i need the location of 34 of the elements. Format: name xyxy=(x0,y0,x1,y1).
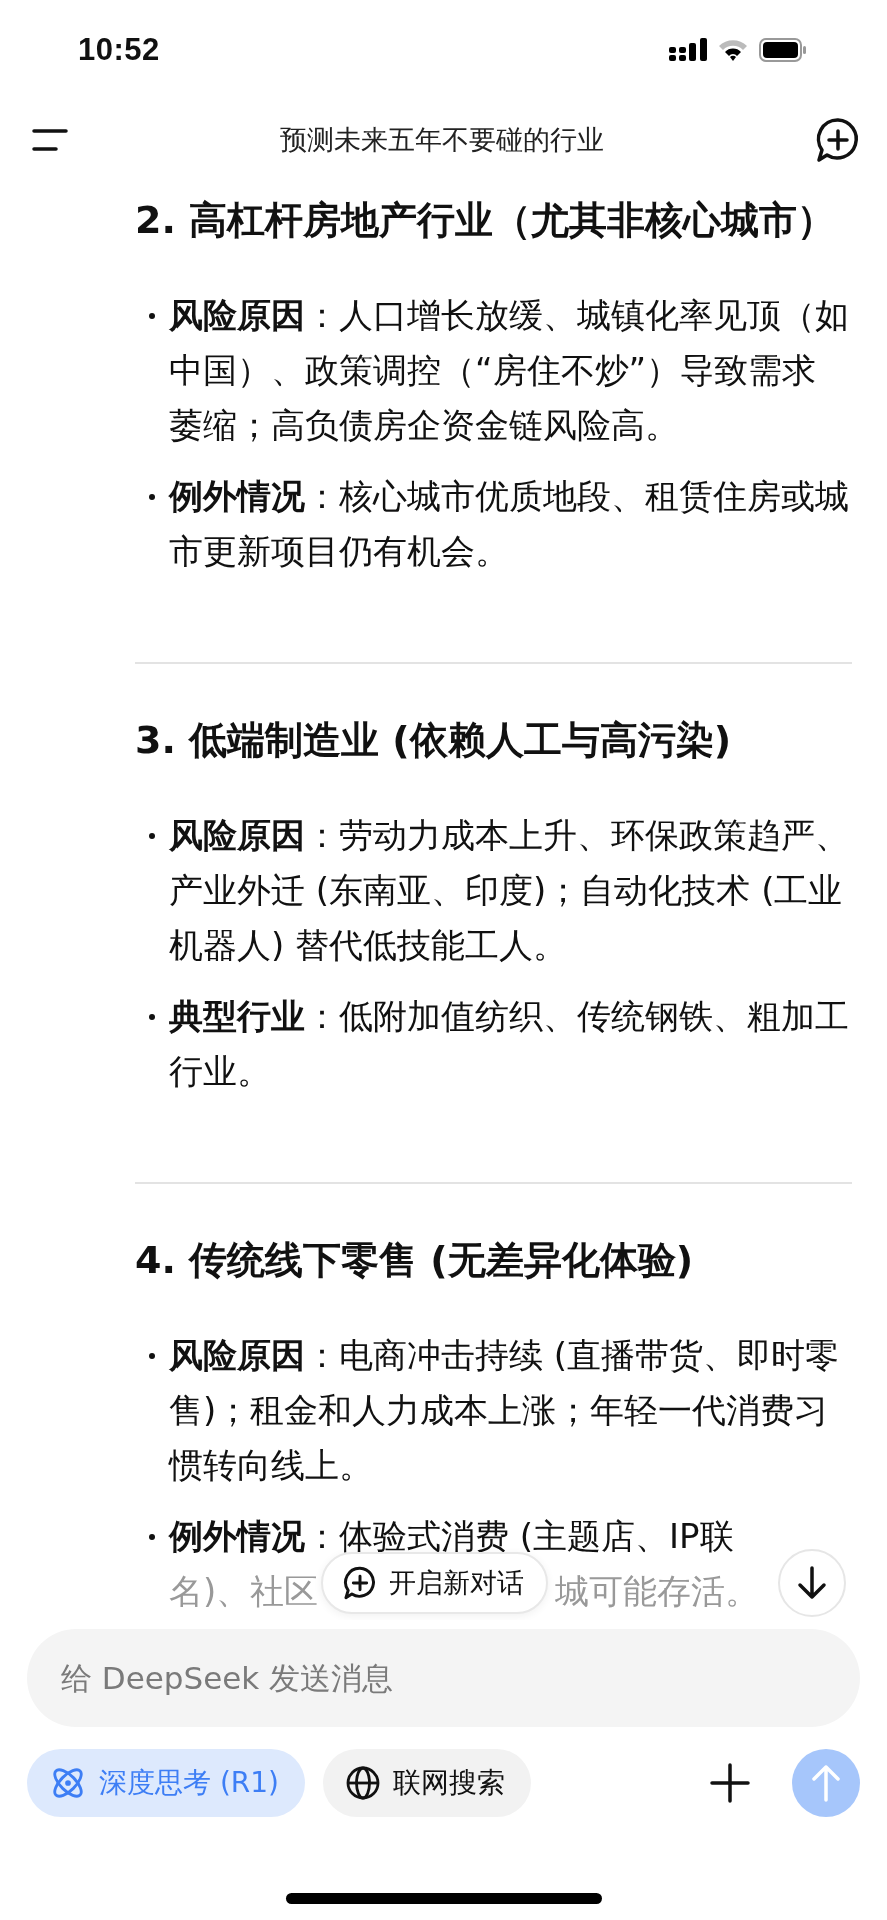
wifi-icon xyxy=(717,38,749,62)
section-heading: 2. 高杠杆房地产行业（尤其非核心城市） xyxy=(135,197,837,244)
bullet-text: 名)、社区 xyxy=(169,1571,319,1611)
plus-icon xyxy=(710,1763,750,1803)
chat-title: 预测未来五年不要碰的行业 xyxy=(279,123,604,157)
bullet-text: 风险原因：人口增长放缓、城镇化率见顶（如中国）、政策调控（“房住不炒”）导致需求萎缩；高负债房企资金链风险高。 xyxy=(169,294,849,447)
bullet-dot xyxy=(149,494,155,500)
menu-button[interactable] xyxy=(32,128,68,152)
signal-icon xyxy=(669,38,707,62)
globe-icon xyxy=(345,1765,382,1801)
clock-time: 10:52 xyxy=(78,32,160,68)
bullet-text: 城可能存活。 xyxy=(555,1570,759,1613)
up-arrow-icon xyxy=(811,1764,841,1802)
bullet-text: 例外情况：核心城市优质地段、租赁住房或城市更新项目仍有机会。 xyxy=(169,475,849,573)
down-arrow-icon xyxy=(797,1566,827,1600)
bullet-dot xyxy=(149,1534,155,1540)
chat-plus-icon xyxy=(343,1566,377,1600)
bullet-dot xyxy=(149,1353,155,1359)
bullet-text: 典型行业：低附加值纺织、传统钢铁、粗加工行业。 xyxy=(169,995,849,1093)
bullet-text: 风险原因：劳动力成本上升、环保政策趋严、产业外迁 (东南亚、印度)；自动化技术 (工业机器人) 替代低技能工人。 xyxy=(169,814,849,967)
menu-icon xyxy=(32,128,68,152)
bullet-text: 风险原因：电商冲击持续 (直播带货、即时零售)；租金和人力成本上涨；年轻一代消费习惯转向线上。 xyxy=(169,1334,841,1487)
bullet-dot xyxy=(149,313,155,319)
message-input[interactable]: 给 DeepSeek 发送消息 xyxy=(27,1629,860,1727)
chat-plus-icon xyxy=(815,117,861,163)
new-chat-button[interactable] xyxy=(815,117,861,163)
attach-button[interactable] xyxy=(710,1763,750,1803)
new-chat-button[interactable]: 开启新对话 xyxy=(321,1552,548,1614)
bullet-dot xyxy=(149,833,155,839)
bullet-dot xyxy=(149,1014,155,1020)
section-heading: 3. 低端制造业 (依赖人工与高污染) xyxy=(135,717,733,764)
web-search-toggle[interactable]: 联网搜索 xyxy=(323,1749,532,1817)
battery-icon xyxy=(759,38,807,62)
section-heading: 4. 传统线下零售 (无差异化体验) xyxy=(135,1237,695,1284)
